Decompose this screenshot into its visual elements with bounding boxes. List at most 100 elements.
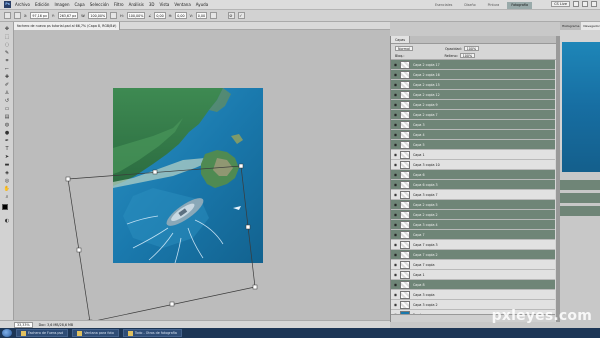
visibility-eye-icon[interactable]: ◉ bbox=[391, 72, 400, 77]
layer-name: Capa 5 bbox=[413, 142, 425, 147]
blend-mode-select[interactable]: Normal bbox=[395, 46, 413, 51]
visibility-eye-icon[interactable]: ◉ bbox=[391, 302, 400, 307]
tab-capas[interactable]: Capas bbox=[391, 36, 411, 43]
watermark: pxleyes.com bbox=[491, 308, 592, 324]
visibility-eye-icon[interactable]: ◉ bbox=[391, 82, 400, 87]
layer-name: Capa 3 copia 2 bbox=[413, 302, 438, 307]
visibility-eye-icon[interactable]: ◉ bbox=[391, 182, 400, 187]
visibility-eye-icon[interactable]: ◉ bbox=[391, 172, 400, 177]
visibility-eye-icon[interactable]: ◉ bbox=[391, 222, 400, 227]
layer-name: Capa 2 copia 9 bbox=[413, 102, 438, 107]
layer-row[interactable]: ◉ Capa 2 copia 9 bbox=[391, 100, 555, 110]
visibility-eye-icon[interactable]: ◉ bbox=[391, 212, 400, 217]
opacity-field[interactable]: 100% bbox=[463, 46, 480, 51]
layer-row[interactable]: ◉ Capa 4 bbox=[391, 130, 555, 140]
layer-thumbnail bbox=[400, 150, 410, 159]
zoom-field[interactable]: 33,33% bbox=[14, 321, 33, 328]
collapsed-thumb[interactable] bbox=[560, 206, 600, 216]
layer-name: Capa 7 copia bbox=[413, 262, 435, 267]
visibility-eye-icon[interactable]: ◉ bbox=[391, 192, 400, 197]
collapsed-panel-thumbs bbox=[560, 180, 600, 220]
layer-row[interactable]: ◉ Capa 8 bbox=[391, 280, 555, 290]
taskbar-task[interactable]: Todo - Otros de fotografía bbox=[122, 329, 182, 337]
visibility-eye-icon[interactable]: ◉ bbox=[391, 252, 400, 257]
layer-row[interactable]: ◉ Capa 3 copia 4 bbox=[391, 220, 555, 230]
visibility-eye-icon[interactable]: ◉ bbox=[391, 102, 400, 107]
task-icon bbox=[127, 330, 133, 336]
transform-handle-left bbox=[76, 247, 82, 253]
layer-row[interactable]: ◉ Capa 7 copia 3 bbox=[391, 240, 555, 250]
layer-row[interactable]: ◉ Capa 7 copia 2 bbox=[391, 250, 555, 260]
layer-row[interactable]: ◉ Capa 2 copia 15 bbox=[391, 80, 555, 90]
layer-list: ◉ Capa 2 copia 17 ◉ Capa 2 copia 16 ◉ Capa 2 … bbox=[391, 60, 555, 322]
layer-name: Capa 2 copia 12 bbox=[413, 92, 440, 97]
taskbar-task[interactable]: Fachero de Fuera.psd bbox=[16, 329, 69, 337]
visibility-eye-icon[interactable]: ◉ bbox=[391, 202, 400, 207]
collapsed-thumb[interactable] bbox=[560, 193, 600, 203]
layer-name: Capa 3 copia 4 bbox=[413, 222, 438, 227]
visibility-eye-icon[interactable]: ◉ bbox=[391, 142, 400, 147]
layer-thumbnail bbox=[400, 210, 410, 219]
task-icon bbox=[21, 330, 26, 336]
layer-thumbnail bbox=[400, 180, 410, 189]
layer-row[interactable]: ◉ Capa 3 copia 7 bbox=[391, 190, 555, 200]
layer-row[interactable]: ◉ Capa 7 bbox=[391, 230, 555, 240]
layer-row[interactable]: ◉ Capa 5 bbox=[391, 140, 555, 150]
collapsed-thumb[interactable] bbox=[560, 180, 600, 190]
layer-row[interactable]: ◉ Capa 6 copia 3 bbox=[391, 180, 555, 190]
layer-name: Capa 2 copia 5 bbox=[413, 202, 438, 207]
visibility-eye-icon[interactable]: ◉ bbox=[391, 232, 400, 237]
layer-thumbnail bbox=[400, 80, 410, 89]
lock-label: Bloq.: bbox=[395, 53, 405, 58]
visibility-eye-icon[interactable]: ◉ bbox=[391, 242, 400, 247]
visibility-eye-icon[interactable]: ◉ bbox=[391, 92, 400, 97]
layer-thumbnail bbox=[400, 240, 410, 249]
layer-row[interactable]: ◉ Capa 7 copia bbox=[391, 260, 555, 270]
layers-panel: Capas Normal Opacidad: 100% Bloq.: Relle… bbox=[390, 36, 556, 322]
layer-row[interactable]: ◉ Capa 2 copia 7 bbox=[391, 110, 555, 120]
start-button-icon[interactable] bbox=[2, 329, 12, 337]
layers-options: Normal Opacidad: 100% Bloq.: Relleno: 10… bbox=[391, 44, 556, 60]
layer-row[interactable]: ◉ Capa 2 copia 16 bbox=[391, 70, 555, 80]
layer-row[interactable]: ◉ Capa 3 copia 10 bbox=[391, 160, 555, 170]
layer-row[interactable]: ◉ Capa 3 bbox=[391, 120, 555, 130]
task-label: Todo - Otros de fotografía bbox=[134, 331, 177, 335]
navigator-preview[interactable] bbox=[562, 42, 600, 172]
layer-row[interactable]: ◉ Capa 2 copia 2 bbox=[391, 210, 555, 220]
layer-row[interactable]: ◉ Capa 3 copia bbox=[391, 290, 555, 300]
navigator-tabs: Histograma Navegador bbox=[560, 22, 600, 30]
layer-name: Capa 7 bbox=[413, 232, 425, 237]
taskbar-task[interactable]: Ventana para foto bbox=[72, 329, 119, 337]
layer-row[interactable]: ◉ Capa 2 copia 5 bbox=[391, 200, 555, 210]
visibility-eye-icon[interactable]: ◉ bbox=[391, 112, 400, 117]
layer-name: Capa 3 copia 7 bbox=[413, 192, 438, 197]
visibility-eye-icon[interactable]: ◉ bbox=[391, 262, 400, 267]
layers-panel-tabs: Capas bbox=[391, 36, 556, 44]
fill-field[interactable]: 100% bbox=[459, 53, 476, 58]
layer-row[interactable]: ◉ Capa 2 copia 12 bbox=[391, 90, 555, 100]
visibility-eye-icon[interactable]: ◉ bbox=[391, 292, 400, 297]
transform-handle-tr bbox=[238, 163, 244, 169]
fill-label: Relleno: bbox=[444, 53, 458, 58]
visibility-eye-icon[interactable]: ◉ bbox=[391, 162, 400, 167]
layer-row[interactable]: ◉ Capa 6 bbox=[391, 170, 555, 180]
tab-histograma[interactable]: Histograma bbox=[560, 22, 581, 30]
visibility-eye-icon[interactable]: ◉ bbox=[391, 62, 400, 67]
layer-name: Capa 1 bbox=[413, 272, 425, 277]
visibility-eye-icon[interactable]: ◉ bbox=[391, 132, 400, 137]
layer-row[interactable]: ◉ Capa 2 copia 17 bbox=[391, 60, 555, 70]
tab-navegador[interactable]: Navegador bbox=[581, 22, 600, 30]
layer-row[interactable]: ◉ Capa 1 bbox=[391, 270, 555, 280]
visibility-eye-icon[interactable]: ◉ bbox=[391, 122, 400, 127]
layer-name: Capa 4 bbox=[413, 132, 425, 137]
layer-name: Capa 8 bbox=[413, 282, 425, 287]
layer-thumbnail bbox=[400, 300, 410, 309]
layer-thumbnail bbox=[400, 130, 410, 139]
visibility-eye-icon[interactable]: ◉ bbox=[391, 272, 400, 277]
transform-handle-right bbox=[245, 224, 251, 230]
visibility-eye-icon[interactable]: ◉ bbox=[391, 152, 400, 157]
layer-name: Capa 3 bbox=[413, 122, 425, 127]
visibility-eye-icon[interactable]: ◉ bbox=[391, 282, 400, 287]
layer-row[interactable]: ◉ Capa 1 bbox=[391, 150, 555, 160]
layer-thumbnail bbox=[400, 280, 410, 289]
